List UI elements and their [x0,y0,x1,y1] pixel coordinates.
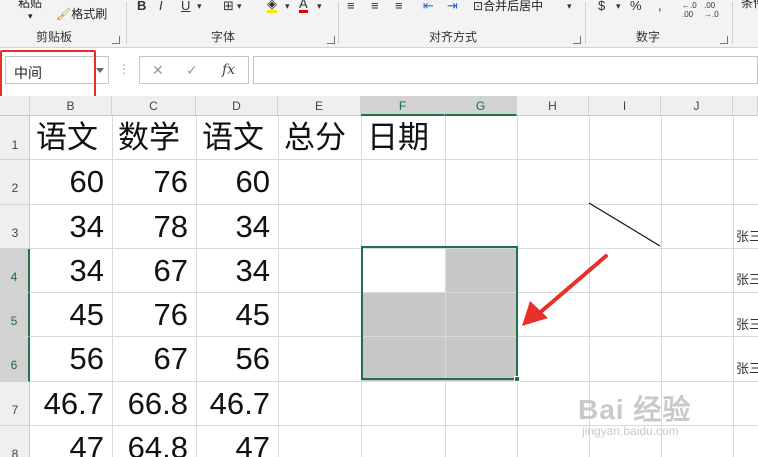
watermark-brand: Bai 经验 [578,394,692,425]
arrow-icon [522,254,608,326]
diagonal-line-shape[interactable] [588,202,661,247]
watermark-url: jingyan.baidu.com [582,424,679,438]
baidu-watermark: Bai 经验 jingyan.baidu.com [578,388,748,448]
